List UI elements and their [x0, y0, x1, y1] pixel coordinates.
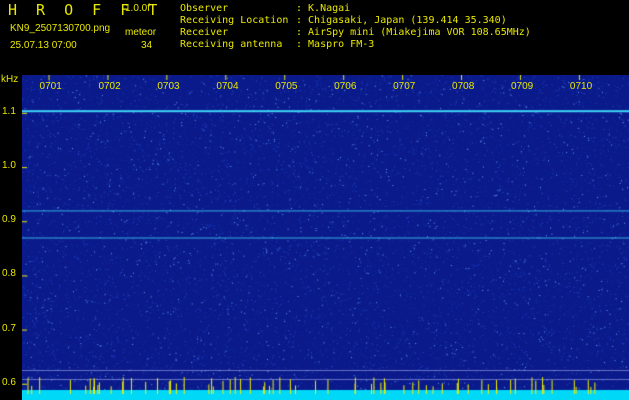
- meteor-label: meteor: [125, 27, 157, 38]
- meteor-count: 34: [141, 40, 153, 51]
- y-tick-label: 1.1: [2, 105, 16, 117]
- meta-value: : Chigasaki, Japan (139.414 35.340): [296, 15, 507, 26]
- x-tick-label: 0709: [510, 81, 534, 92]
- header-panel: H R O F F T 1.0.0f KN9_2507130700.png me…: [0, 0, 629, 74]
- y-tick-label: 0.6: [2, 376, 16, 388]
- y-tick-label: 0.7: [2, 322, 16, 334]
- meta-value: : Maspro FM-3: [296, 39, 375, 50]
- x-tick-label: 0704: [216, 81, 239, 92]
- x-tick-label: 0707: [393, 81, 416, 92]
- meta-key: Receiver: [180, 27, 229, 38]
- meta-key: Observer: [180, 3, 229, 14]
- spectrogram-plot: [22, 75, 629, 400]
- version-label: 1.0.0f: [125, 3, 151, 14]
- x-tick-label: 0703: [157, 81, 180, 92]
- y-tick-label: 1.0: [2, 160, 16, 172]
- x-tick-label: 0710: [569, 81, 593, 92]
- meta-value: : AirSpy mini (Miakejima VOR 108.65MHz): [296, 27, 531, 38]
- meta-row-location: Receiving Location : Chigasaki, Japan (13…: [180, 15, 507, 26]
- meta-row-antenna: Receiving antenna : Maspro FM-3: [180, 39, 374, 50]
- meta-row-receiver: Receiver : AirSpy mini (Miakejima VOR 108…: [180, 27, 531, 38]
- x-tick-label: 0701: [39, 81, 62, 92]
- x-tick-label: 0702: [98, 81, 121, 92]
- meta-row-observer: Observer : K.Nagai: [180, 3, 350, 14]
- x-tick-label: 0705: [275, 81, 298, 92]
- datetime-label: 25.07.13 07:00: [10, 40, 77, 51]
- y-tick-label: 0.9: [2, 214, 16, 226]
- y-axis-label: kHz: [1, 74, 19, 85]
- x-tick-label: 0706: [334, 81, 357, 92]
- y-tick-label: 0.8: [2, 268, 16, 280]
- meta-key: Receiving Location: [180, 15, 289, 26]
- x-tick-label: 0708: [452, 81, 475, 92]
- meta-key: Receiving antenna: [180, 39, 283, 50]
- filename-label: KN9_2507130700.png: [10, 23, 111, 34]
- meta-value: : K.Nagai: [296, 3, 351, 14]
